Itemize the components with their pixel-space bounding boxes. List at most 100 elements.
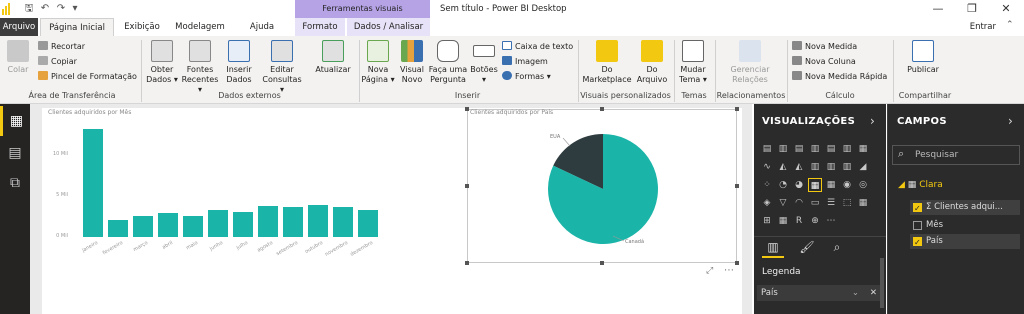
field-checkbox[interactable]: [913, 235, 922, 250]
visual-type-icon[interactable]: ▥: [840, 160, 854, 174]
new-column-button[interactable]: Nova Coluna: [792, 56, 856, 68]
resize-handle[interactable]: [600, 261, 604, 265]
bar[interactable]: [183, 215, 203, 237]
format-painter-button[interactable]: Pincel de Formatação: [38, 71, 137, 83]
format-paint-roller-icon[interactable]: 🖌: [796, 240, 818, 258]
resize-handle[interactable]: [735, 184, 739, 188]
customize-toolbar-icon[interactable]: ▾: [68, 2, 82, 16]
new-visual-button[interactable]: Visual Novo: [397, 40, 427, 85]
field-item-clientes[interactable]: Σ Clientes adqui...: [910, 200, 1020, 216]
restore-icon[interactable]: ❐: [954, 0, 990, 18]
field-item-pais[interactable]: País: [910, 234, 1020, 250]
cut-button[interactable]: Recortar: [38, 41, 85, 53]
visual-type-icon[interactable]: ◢: [856, 160, 870, 174]
visual-type-icon[interactable]: ▥: [824, 160, 838, 174]
save-icon[interactable]: 🖫: [22, 2, 36, 16]
new-measure-button[interactable]: Nova Medida: [792, 41, 857, 53]
bar[interactable]: [333, 207, 353, 237]
refresh-button[interactable]: Atualizar: [313, 40, 353, 75]
redo-icon[interactable]: ↷: [54, 2, 68, 16]
bar[interactable]: [108, 219, 128, 237]
resize-handle[interactable]: [465, 184, 469, 188]
get-data-button[interactable]: Obter Dados ▾: [145, 40, 179, 85]
resize-handle[interactable]: [465, 107, 469, 111]
visual-type-icon[interactable]: ☰: [824, 196, 838, 210]
visual-type-icon[interactable]: ⋯: [824, 214, 838, 228]
bar[interactable]: [358, 209, 378, 237]
focus-mode-icon[interactable]: ⤢: [706, 266, 713, 276]
legend-well-field[interactable]: País ⌄ ✕: [757, 285, 881, 301]
visual-type-icon[interactable]: ◔: [776, 178, 790, 192]
visual-type-icon[interactable]: ◈: [760, 196, 774, 210]
copy-button[interactable]: Copiar: [38, 56, 77, 68]
ask-question-button[interactable]: Faça uma Pergunta: [428, 40, 468, 85]
bar[interactable]: [133, 215, 153, 237]
visual-type-icon[interactable]: ⁘: [760, 178, 774, 192]
visual-type-icon[interactable]: ▭: [808, 196, 822, 210]
new-quick-measure-button[interactable]: Nova Medida Rápida: [792, 71, 887, 83]
bar[interactable]: [283, 207, 303, 237]
fields-search-input[interactable]: Pesquisar: [892, 145, 1020, 165]
tab-home[interactable]: Página Inicial: [40, 18, 114, 36]
publish-button[interactable]: Publicar: [900, 40, 946, 75]
visual-type-icon[interactable]: ◉: [840, 178, 854, 192]
tab-help[interactable]: Ajuda: [240, 18, 284, 36]
visual-type-icon[interactable]: ◎: [856, 178, 870, 192]
visual-type-icon[interactable]: ▤: [760, 142, 774, 156]
visual-type-icon[interactable]: ◭: [776, 160, 790, 174]
resize-handle[interactable]: [735, 107, 739, 111]
table-item[interactable]: ◢ ▦ Clara: [898, 180, 943, 190]
buttons-button[interactable]: Botões ▾: [469, 40, 499, 85]
tab-file[interactable]: Arquivo: [0, 18, 38, 36]
marketplace-button[interactable]: Do Marketplace: [580, 40, 634, 85]
collapse-ribbon-icon[interactable]: ⌃: [1006, 20, 1014, 30]
paste-button[interactable]: Colar: [4, 40, 32, 75]
visual-type-icon[interactable]: ▥: [776, 142, 790, 156]
switch-theme-button[interactable]: Mudar Tema ▾: [676, 40, 710, 85]
visual-type-icon[interactable]: ∿: [760, 160, 774, 174]
sign-in-link[interactable]: Entrar: [970, 18, 996, 36]
pane-scrollbar[interactable]: [880, 258, 884, 308]
visual-type-icon[interactable]: ▦: [824, 178, 838, 192]
collapse-visualizations-icon[interactable]: ›: [870, 114, 875, 128]
visual-type-icon[interactable]: ▥: [808, 160, 822, 174]
field-checkbox[interactable]: [913, 221, 922, 230]
bar[interactable]: [308, 204, 328, 237]
analytics-magnifier-icon[interactable]: ⌕: [826, 240, 848, 258]
bar[interactable]: [83, 129, 103, 237]
model-view-icon[interactable]: ⧉: [0, 168, 30, 198]
resize-handle[interactable]: [735, 261, 739, 265]
chevron-down-icon[interactable]: ⌄: [852, 285, 859, 301]
bar[interactable]: [233, 212, 253, 237]
tab-data-analyze[interactable]: Dados / Analisar: [347, 18, 430, 36]
shapes-button[interactable]: Formas ▾: [502, 71, 551, 83]
bar[interactable]: [158, 213, 178, 237]
collapse-fields-icon[interactable]: ›: [1008, 114, 1013, 128]
visual-type-icon[interactable]: ⬚: [840, 196, 854, 210]
visual-type-icon[interactable]: ⊕: [808, 214, 822, 228]
enter-data-button[interactable]: Inserir Dados: [222, 40, 256, 85]
data-view-icon[interactable]: ▤: [0, 138, 30, 168]
from-file-button[interactable]: Do Arquivo: [636, 40, 668, 85]
tab-view[interactable]: Exibição: [116, 18, 168, 36]
visual-type-icon[interactable]: ▥: [840, 142, 854, 156]
textbox-button[interactable]: Caixa de texto: [502, 41, 573, 53]
manage-relationships-button[interactable]: Gerenciar Relações: [722, 40, 778, 85]
image-button[interactable]: Imagem: [502, 56, 548, 68]
recent-sources-button[interactable]: Fontes Recentes ▾: [180, 40, 220, 95]
visual-type-icon[interactable]: ▦: [808, 178, 822, 192]
undo-icon[interactable]: ↶: [38, 2, 52, 16]
expand-chevron-icon[interactable]: ◢: [898, 180, 905, 190]
resize-handle[interactable]: [465, 261, 469, 265]
visual-type-icon[interactable]: ▽: [776, 196, 790, 210]
visual-type-icon[interactable]: ▤: [824, 142, 838, 156]
edit-queries-button[interactable]: Editar Consultas ▾: [260, 40, 304, 95]
visual-type-icon[interactable]: ▦: [856, 196, 870, 210]
visual-type-icon[interactable]: ⊞: [760, 214, 774, 228]
tab-format[interactable]: Formato: [295, 18, 345, 36]
fields-well-icon[interactable]: ▥: [762, 240, 784, 258]
field-checkbox[interactable]: [913, 201, 922, 216]
report-view-icon[interactable]: ▦: [0, 106, 30, 136]
visual-type-icon[interactable]: ▦: [776, 214, 790, 228]
visual-type-icon[interactable]: ◕: [792, 178, 806, 192]
